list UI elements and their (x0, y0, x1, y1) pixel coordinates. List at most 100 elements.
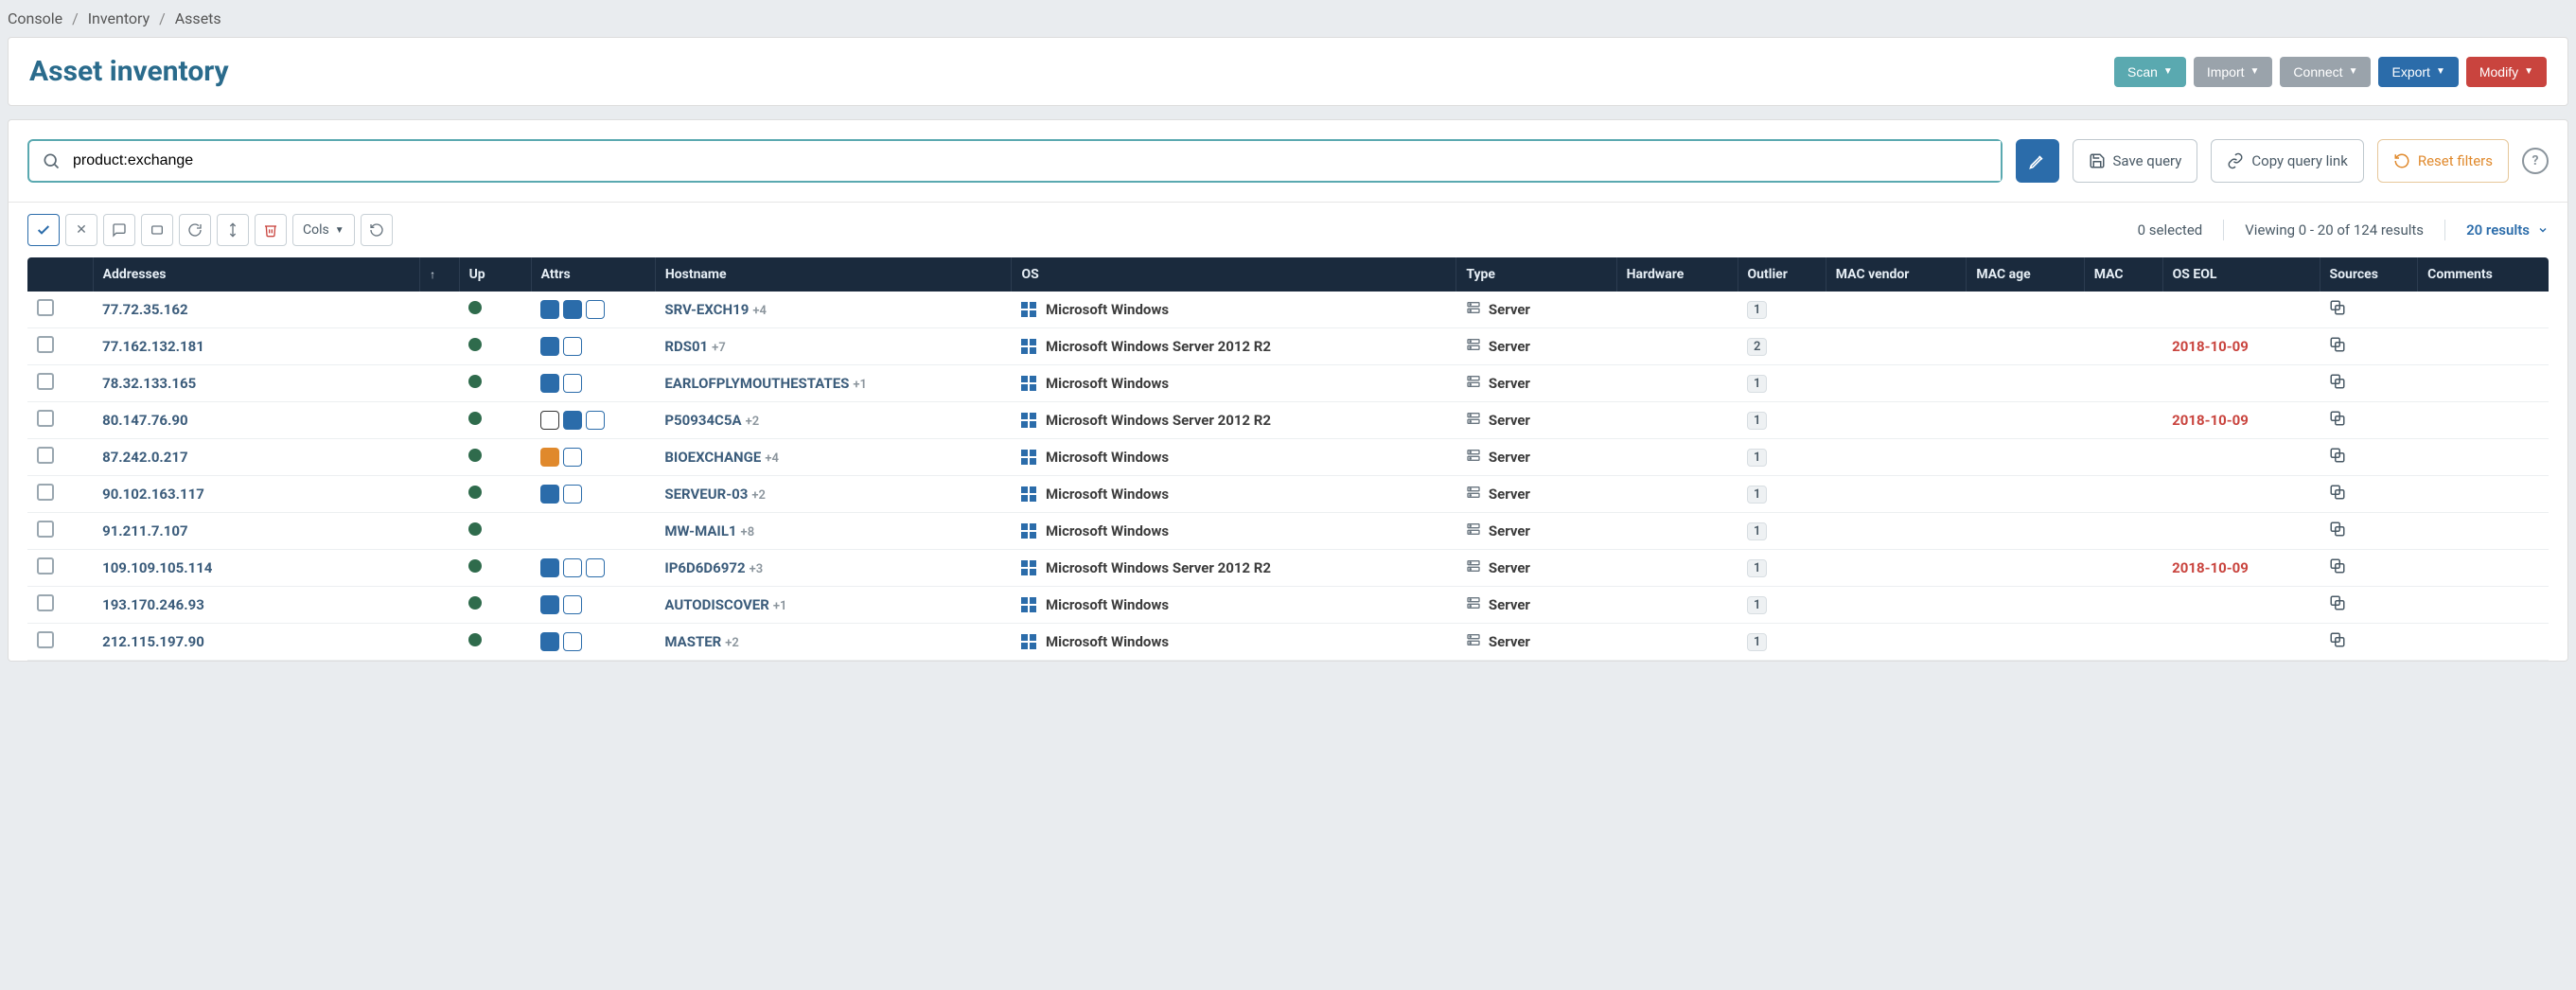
row-checkbox[interactable] (37, 336, 54, 353)
attr-icons (540, 485, 645, 504)
hostname-link[interactable]: IP6D6D6972 (664, 559, 745, 576)
hostname-link[interactable]: AUTODISCOVER (664, 596, 769, 613)
ip-link[interactable]: 78.32.133.165 (102, 375, 196, 392)
select-all-button[interactable] (27, 214, 60, 246)
connect-button[interactable]: Connect▼ (2280, 57, 2371, 87)
table-row[interactable]: 212.115.197.90 MASTER+2 Microsoft Window… (27, 624, 2549, 661)
ip-link[interactable]: 87.242.0.217 (102, 449, 188, 466)
hostname-link[interactable]: P50934C5A (664, 412, 741, 429)
col-outlier[interactable]: Outlier (1738, 257, 1826, 292)
ip-link[interactable]: 109.109.105.114 (102, 559, 212, 576)
comment-button[interactable] (103, 214, 135, 246)
edit-query-button[interactable] (2016, 139, 2059, 183)
attr-icon (540, 448, 559, 467)
col-hardware[interactable]: Hardware (1616, 257, 1738, 292)
hostname-link[interactable]: SERVEUR-03 (664, 486, 748, 503)
table-row[interactable]: 77.72.35.162 SRV-EXCH19+4 Microsoft Wind… (27, 292, 2549, 328)
search-field-wrapper[interactable] (27, 139, 2003, 183)
breadcrumb-item[interactable]: Assets (175, 9, 221, 27)
attr-icons (540, 337, 645, 356)
os-label: Microsoft Windows (1046, 596, 1169, 613)
help-icon[interactable]: ? (2522, 148, 2549, 174)
export-button[interactable]: Export▼ (2378, 57, 2458, 87)
ip-link[interactable]: 212.115.197.90 (102, 633, 204, 650)
hostname-link[interactable]: RDS01 (664, 338, 708, 355)
row-checkbox[interactable] (37, 484, 54, 501)
source-icon (2329, 524, 2346, 541)
table-row[interactable]: 91.211.7.107 MW-MAIL1+8 Microsoft Window… (27, 513, 2549, 550)
row-checkbox[interactable] (37, 410, 54, 427)
ip-link[interactable]: 80.147.76.90 (102, 412, 188, 429)
col-mac-age[interactable]: MAC age (1967, 257, 2084, 292)
ip-link[interactable]: 77.162.132.181 (102, 338, 204, 355)
table-row[interactable]: 193.170.246.93 AUTODISCOVER+1 Microsoft … (27, 587, 2549, 624)
table-row[interactable]: 77.162.132.181 RDS01+7 Microsoft Windows… (27, 328, 2549, 365)
table-row[interactable]: 109.109.105.114 IP6D6D6972+3 Microsoft W… (27, 550, 2549, 587)
import-button[interactable]: Import▼ (2194, 57, 2273, 87)
hostname-link[interactable]: BIOEXCHANGE (664, 449, 761, 466)
col-os[interactable]: OS (1012, 257, 1456, 292)
table-row[interactable]: 87.242.0.217 BIOEXCHANGE+4 Microsoft Win… (27, 439, 2549, 476)
col-attrs[interactable]: Attrs (531, 257, 655, 292)
col-up[interactable]: Up (459, 257, 531, 292)
delete-button[interactable] (255, 214, 287, 246)
outlier-badge: 1 (1747, 486, 1767, 504)
col-sources[interactable]: Sources (2320, 257, 2418, 292)
row-checkbox[interactable] (37, 594, 54, 611)
row-checkbox[interactable] (37, 521, 54, 538)
os-eol-date: 2018-10-09 (2172, 338, 2249, 355)
merge-button[interactable] (217, 214, 249, 246)
table-row[interactable]: 78.32.133.165 EARLOFPLYMOUTHESTATES+1 Mi… (27, 365, 2549, 402)
search-input[interactable] (73, 141, 2001, 181)
row-checkbox[interactable] (37, 631, 54, 648)
type-label: Server (1489, 412, 1530, 429)
server-icon (1466, 595, 1481, 614)
hostname-link[interactable]: SRV-EXCH19 (664, 301, 749, 318)
ip-link[interactable]: 77.72.35.162 (102, 301, 188, 318)
ip-link[interactable]: 193.170.246.93 (102, 596, 204, 613)
col-os-eol[interactable]: OS EOL (2162, 257, 2320, 292)
tag-button[interactable] (141, 214, 173, 246)
refresh-button[interactable] (179, 214, 211, 246)
table-row[interactable]: 80.147.76.90 P50934C5A+2 Microsoft Windo… (27, 402, 2549, 439)
attr-icon (586, 300, 605, 319)
row-checkbox[interactable] (37, 447, 54, 464)
col-mac[interactable]: MAC (2084, 257, 2162, 292)
deselect-button[interactable]: ✕ (65, 214, 97, 246)
row-checkbox[interactable] (37, 299, 54, 316)
row-checkbox[interactable] (37, 557, 54, 575)
attr-icon (540, 374, 559, 393)
hostname-link[interactable]: MASTER (664, 633, 721, 650)
col-mac-vendor[interactable]: MAC vendor (1826, 257, 1967, 292)
page-size-dropdown[interactable]: 20 results (2466, 221, 2549, 239)
source-icon (2329, 561, 2346, 578)
breadcrumb-item[interactable]: Console (8, 9, 62, 27)
modify-button[interactable]: Modify▼ (2466, 57, 2547, 87)
table-row[interactable]: 90.102.163.117 SERVEUR-03+2 Microsoft Wi… (27, 476, 2549, 513)
scan-button[interactable]: Scan▼ (2114, 57, 2186, 87)
hostname-link[interactable]: MW-MAIL1 (664, 522, 736, 539)
col-checkbox[interactable] (27, 257, 93, 292)
hostname-link[interactable]: EARLOFPLYMOUTHESTATES (664, 375, 849, 392)
breadcrumb-item[interactable]: Inventory (88, 9, 150, 27)
source-icon (2329, 635, 2346, 652)
attr-icons (540, 411, 645, 430)
type-label: Server (1489, 633, 1530, 650)
ip-link[interactable]: 91.211.7.107 (102, 522, 188, 539)
ip-link[interactable]: 90.102.163.117 (102, 486, 204, 503)
copy-query-link-button[interactable]: Copy query link (2211, 139, 2363, 183)
os-label: Microsoft Windows (1046, 375, 1169, 392)
col-hostname[interactable]: Hostname (655, 257, 1012, 292)
save-query-button[interactable]: Save query (2073, 139, 2198, 183)
reload-button[interactable] (361, 214, 393, 246)
type-label: Server (1489, 449, 1530, 466)
columns-button[interactable]: Cols▼ (292, 214, 355, 246)
type-label: Server (1489, 338, 1530, 355)
col-type[interactable]: Type (1456, 257, 1616, 292)
viewing-label: Viewing 0 - 20 of 124 results (2245, 221, 2424, 239)
col-addresses[interactable]: Addresses (93, 257, 420, 292)
col-comments[interactable]: Comments (2418, 257, 2549, 292)
col-sort[interactable]: ↑ (420, 257, 459, 292)
reset-filters-button[interactable]: Reset filters (2377, 139, 2509, 183)
row-checkbox[interactable] (37, 373, 54, 390)
